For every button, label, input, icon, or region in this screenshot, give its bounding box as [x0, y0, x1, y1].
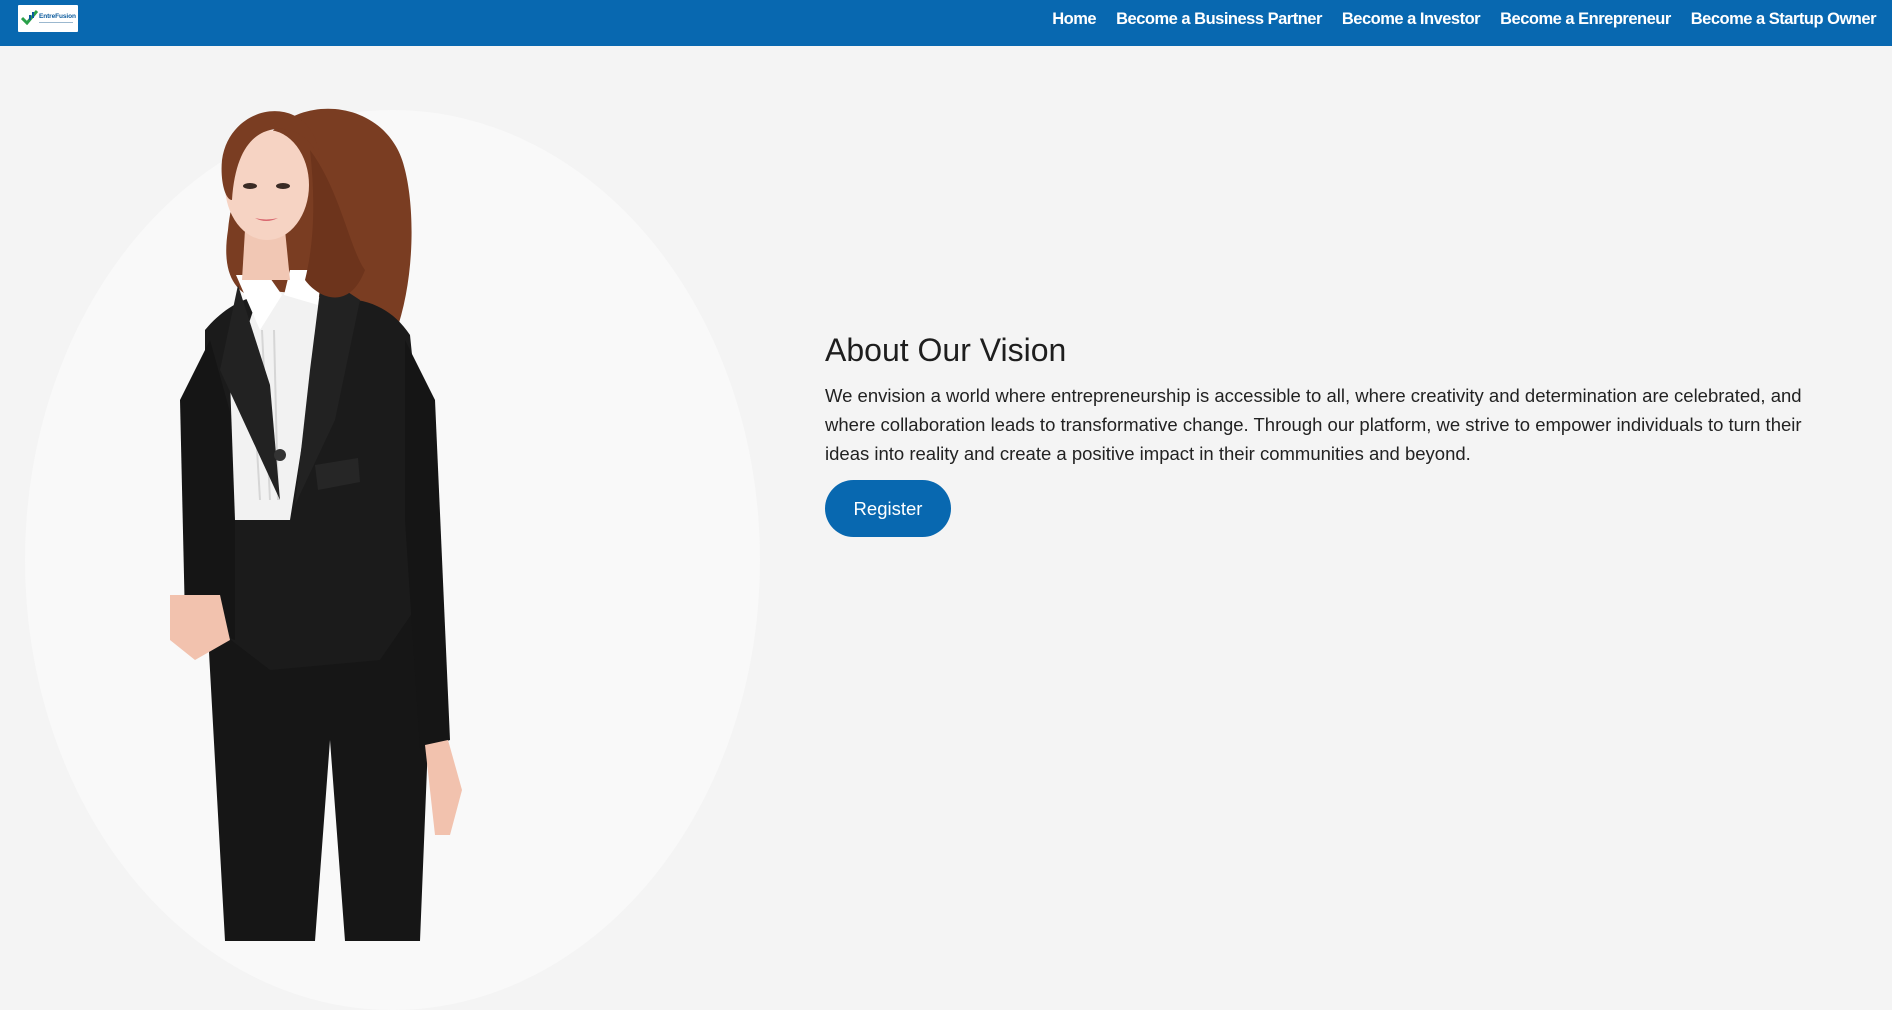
checkmark-growth-icon [21, 10, 39, 25]
logo-tagline-line [39, 22, 73, 23]
main-nav: Home Become a Business Partner Become a … [1052, 0, 1876, 38]
about-heading: About Our Vision [825, 332, 1067, 368]
about-paragraph-line-3: ideas into reality and create a positive… [825, 443, 1471, 464]
top-navbar: EntreFusion Home Become a Business Partn… [0, 0, 1892, 46]
about-paragraph-line-1: We envision a world where entrepreneursh… [825, 385, 1802, 406]
nav-link-investor[interactable]: Become a Investor [1342, 10, 1481, 29]
about-paragraph-line-2: where collaboration leads to transformat… [825, 414, 1802, 435]
about-paragraph: We envision a world where entrepreneursh… [825, 381, 1865, 468]
register-button[interactable]: Register [825, 480, 951, 537]
brand-logo[interactable]: EntreFusion [18, 5, 78, 32]
nav-link-entrepreneur[interactable]: Become a Enrepreneur [1500, 10, 1671, 29]
logo-text: EntreFusion [39, 13, 76, 20]
nav-link-home[interactable]: Home [1052, 10, 1096, 29]
nav-link-business-partner[interactable]: Become a Business Partner [1116, 10, 1322, 29]
nav-link-startup-owner[interactable]: Become a Startup Owner [1691, 10, 1877, 29]
about-vision-section: About Our Vision We envision a world whe… [825, 326, 1865, 468]
businesswoman-image [170, 108, 462, 941]
